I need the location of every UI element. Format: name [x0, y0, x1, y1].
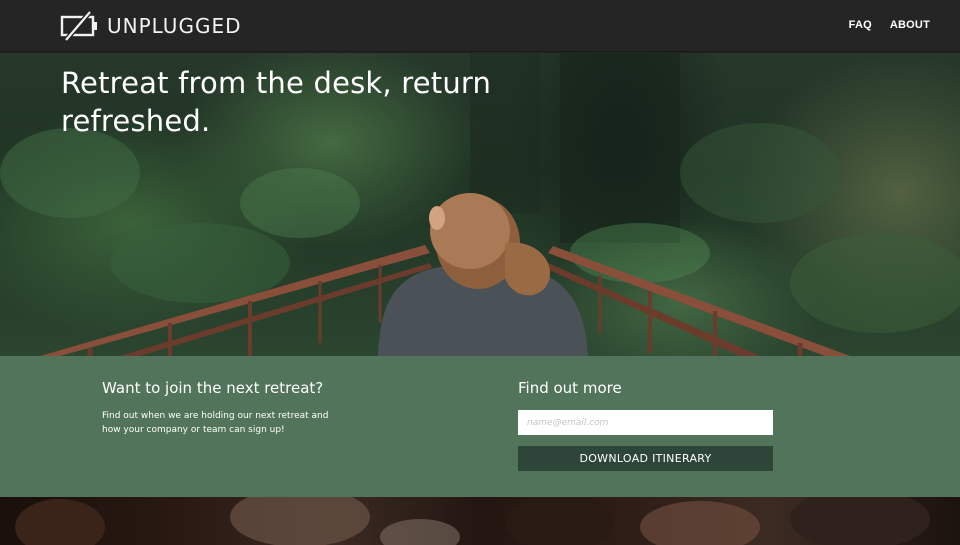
find-out-more-heading: Find out more — [518, 379, 622, 397]
people-image — [15, 497, 930, 545]
brand-name: UNPLUGGED — [107, 14, 242, 38]
join-description: Find out when we are holding our next re… — [102, 411, 329, 435]
unplugged-battery-icon — [60, 10, 100, 42]
signup-section: Want to join the next retreat? Find out … — [0, 356, 960, 497]
download-itinerary-button[interactable]: DOWNLOAD ITINERARY — [518, 446, 773, 471]
join-heading: Want to join the next retreat? — [102, 379, 324, 397]
email-input[interactable] — [518, 410, 773, 435]
hero-title: Retreat from the desk, return refreshed. — [61, 66, 492, 138]
nav-link-about[interactable]: ABOUT — [890, 19, 930, 31]
footer-photo — [0, 497, 960, 545]
nav-link-faq[interactable]: FAQ — [849, 19, 872, 31]
top-nav: UNPLUGGED FAQ ABOUT — [0, 0, 960, 52]
hero-section: Retreat from the desk, return refreshed. — [0, 53, 960, 356]
nav-links: FAQ ABOUT — [849, 19, 930, 31]
brand-logo-link[interactable]: UNPLUGGED — [60, 10, 241, 42]
